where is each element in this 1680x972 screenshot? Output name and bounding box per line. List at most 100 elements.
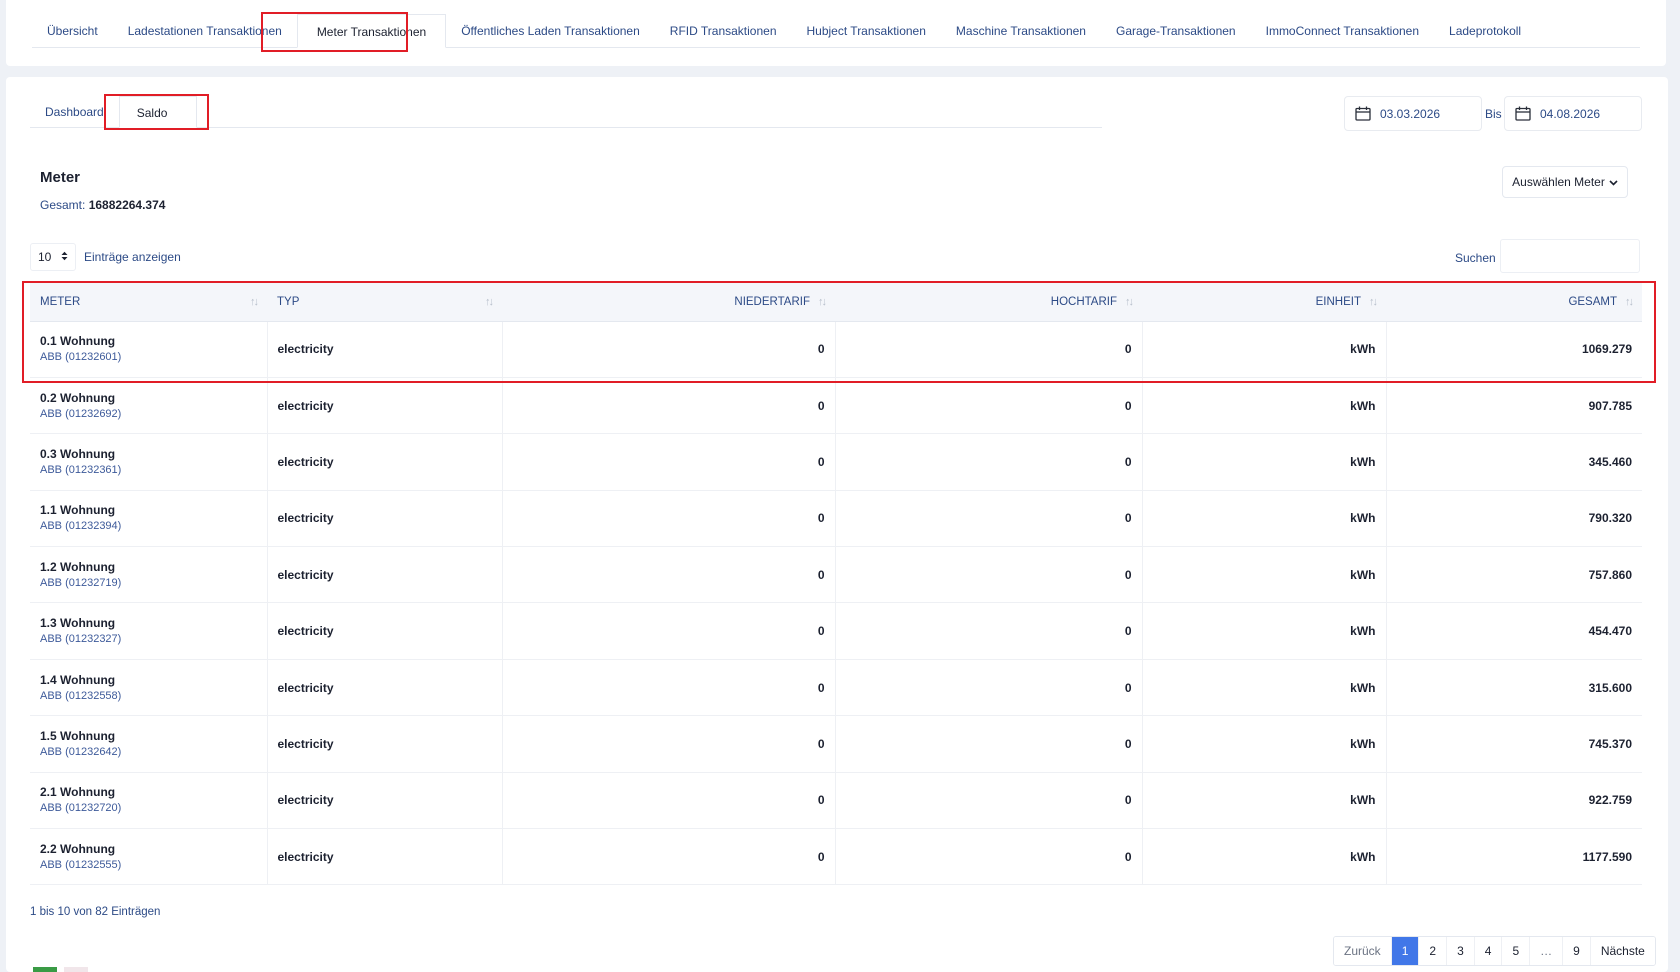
cell-hochtarif: 0 [835, 433, 1143, 491]
cell-gesamt: 907.785 [1386, 377, 1642, 435]
pagination-page-button[interactable]: 3 [1447, 937, 1475, 965]
meter-name: 1.2 Wohnung [40, 559, 116, 574]
cell-gesamt: 454.470 [1386, 602, 1642, 660]
cell-einheit: kWh [1142, 828, 1387, 886]
sort-icon: ↑↓ [818, 295, 827, 308]
tab-meter-transaktionen[interactable]: Meter Transaktionen [296, 14, 447, 48]
cell-gesamt: 790.320 [1386, 490, 1642, 548]
cell-einheit: kWh [1142, 321, 1387, 378]
meter-name: 1.3 Wohnung [40, 616, 116, 631]
cell-niedertarif: 0 [502, 715, 836, 773]
pagination-ellipsis: … [1530, 937, 1564, 965]
table-row[interactable]: 0.1 Wohnung ABB (01232601) electricity 0 … [30, 321, 1642, 378]
cell-typ: electricity [267, 602, 503, 660]
column-header-niedertarif[interactable]: NIEDERTARIF ↑↓ [502, 283, 835, 322]
cell-hochtarif: 0 [835, 377, 1143, 435]
tab-uebersicht[interactable]: Übersicht [32, 14, 113, 48]
cell-hochtarif: 0 [835, 715, 1143, 773]
cell-einheit: kWh [1142, 659, 1387, 717]
tab-oeffentliches-laden-transaktionen[interactable]: Öffentliches Laden Transaktionen [446, 14, 655, 48]
date-to-field[interactable]: 04.08.2026 [1504, 96, 1642, 131]
total-summary: Gesamt: 16882264.374 [40, 198, 165, 212]
column-header-einheit[interactable]: EINHEIT ↑↓ [1142, 283, 1386, 322]
meter-name: 1.5 Wohnung [40, 728, 116, 743]
tab-maschine-transaktionen[interactable]: Maschine Transaktionen [941, 14, 1101, 48]
flag-icon[interactable] [33, 967, 57, 972]
cell-einheit: kWh [1142, 490, 1387, 548]
cell-meter: 1.2 Wohnung ABB (01232719) [30, 546, 268, 604]
calendar-icon [1355, 106, 1371, 121]
column-header-typ[interactable]: TYP ↑↓ [267, 283, 502, 322]
column-header-gesamt[interactable]: GESAMT ↑↓ [1386, 283, 1642, 322]
table-row[interactable]: 1.1 Wohnung ABB (01232394) electricity 0 … [30, 490, 1642, 548]
cell-einheit: kWh [1142, 377, 1387, 435]
meter-id: ABB (01232720) [40, 802, 122, 815]
top-tab-bar: Übersicht Ladestationen Transaktionen Me… [32, 14, 1640, 48]
table-row[interactable]: 1.4 Wohnung ABB (01232558) electricity 0 … [30, 659, 1642, 717]
cell-einheit: kWh [1142, 546, 1387, 604]
cell-gesamt: 745.370 [1386, 715, 1642, 773]
meter-id: ABB (01232692) [40, 407, 122, 420]
sort-updown-icon [61, 250, 68, 264]
total-label: Gesamt: [40, 198, 86, 212]
sort-icon: ↑↓ [1369, 295, 1378, 308]
search-input[interactable] [1500, 239, 1640, 273]
pagination-page-button[interactable]: 2 [1419, 937, 1448, 965]
date-from-field[interactable]: 03.03.2026 [1344, 96, 1482, 131]
cell-typ: electricity [267, 772, 503, 830]
pagination-page-button[interactable]: 4 [1474, 937, 1503, 965]
cell-meter: 0.3 Wohnung ABB (01232361) [30, 433, 268, 491]
cell-einheit: kWh [1142, 772, 1387, 830]
pagination-page-button[interactable]: 1 [1391, 937, 1420, 965]
tab-hubject-transaktionen[interactable]: Hubject Transaktionen [792, 14, 941, 48]
cell-niedertarif: 0 [502, 490, 836, 548]
flag-icon[interactable] [64, 967, 88, 972]
cell-einheit: kWh [1142, 715, 1387, 773]
cell-gesamt: 757.860 [1386, 546, 1642, 604]
meter-select-label: Auswählen Meter [1512, 175, 1605, 189]
cell-hochtarif: 0 [835, 772, 1143, 830]
sort-icon: ↑↓ [1625, 295, 1634, 308]
cell-hochtarif: 0 [835, 602, 1143, 660]
table-row[interactable]: 0.2 Wohnung ABB (01232692) electricity 0 … [30, 377, 1642, 435]
cell-meter: 1.4 Wohnung ABB (01232558) [30, 659, 268, 717]
tab-rfid-transaktionen[interactable]: RFID Transaktionen [655, 14, 792, 48]
table-row[interactable]: 1.2 Wohnung ABB (01232719) electricity 0 … [30, 546, 1642, 604]
tab-immoconnect-transaktionen[interactable]: ImmoConnect Transaktionen [1251, 14, 1434, 48]
table-row[interactable]: 2.1 Wohnung ABB (01232720) electricity 0 … [30, 772, 1642, 830]
page-size-value: 10 [38, 250, 52, 264]
page-size-select[interactable]: 10 [30, 243, 76, 271]
pagination-page-button[interactable]: 5 [1502, 937, 1531, 965]
table-row[interactable]: 2.2 Wohnung ABB (01232555) electricity 0 … [30, 828, 1642, 886]
main-card: Dashboard Saldo 03.03.2026 Bis 04.08.202… [6, 77, 1668, 972]
cell-niedertarif: 0 [502, 772, 836, 830]
pagination-next-button[interactable]: Nächste [1590, 937, 1655, 965]
cell-niedertarif: 0 [502, 433, 836, 491]
column-header-meter[interactable]: METER ↑↓ [30, 283, 267, 322]
chevron-down-icon [1609, 175, 1618, 189]
tab-dashboard[interactable]: Dashboard [30, 96, 119, 128]
cell-typ: electricity [267, 828, 503, 886]
date-separator-label: Bis [1485, 107, 1502, 121]
meter-id: ABB (01232394) [40, 520, 122, 533]
meter-name: 2.2 Wohnung [40, 841, 116, 856]
tab-ladeprotokoll[interactable]: Ladeprotokoll [1434, 14, 1536, 48]
meter-select-dropdown[interactable]: Auswählen Meter [1502, 166, 1628, 198]
tab-garage-transaktionen[interactable]: Garage-Transaktionen [1101, 14, 1251, 48]
table-row[interactable]: 1.5 Wohnung ABB (01232642) electricity 0 … [30, 715, 1642, 773]
pagination-page-button[interactable]: 9 [1563, 937, 1591, 965]
total-value: 16882264.374 [88, 198, 166, 212]
pagination-prev-button[interactable]: Zurück [1334, 937, 1392, 965]
cell-meter: 1.3 Wohnung ABB (01232327) [30, 602, 268, 660]
column-header-hochtarif[interactable]: HOCHTARIF ↑↓ [835, 283, 1142, 322]
meter-name: 1.4 Wohnung [40, 672, 116, 687]
table-row[interactable]: 0.3 Wohnung ABB (01232361) electricity 0 … [30, 433, 1642, 491]
sort-icon: ↑↓ [1125, 295, 1134, 308]
tab-saldo[interactable]: Saldo [118, 96, 197, 128]
table-row[interactable]: 1.3 Wohnung ABB (01232327) electricity 0 … [30, 602, 1642, 660]
meter-name: 0.2 Wohnung [40, 390, 116, 405]
cell-typ: electricity [267, 377, 503, 435]
calendar-icon [1515, 106, 1531, 121]
sub-tab-bar: Dashboard Saldo [30, 96, 1102, 128]
tab-ladestationen-transaktionen[interactable]: Ladestationen Transaktionen [113, 14, 297, 48]
